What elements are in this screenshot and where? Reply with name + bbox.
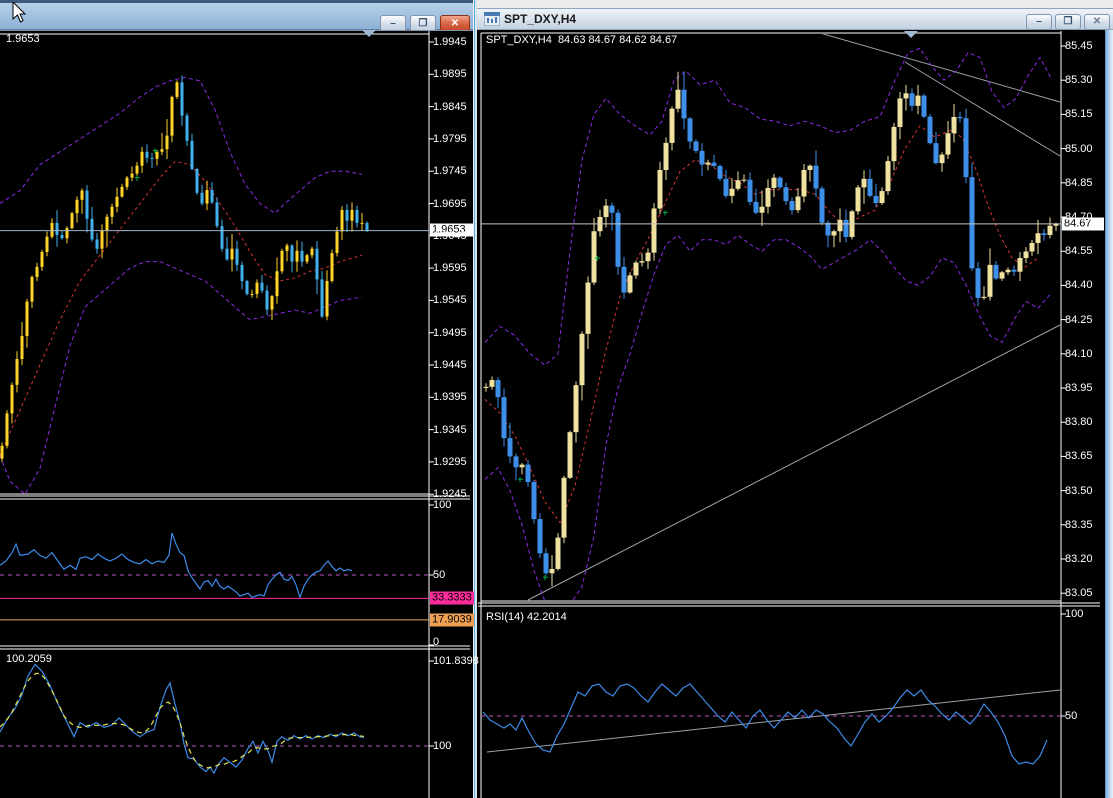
right-chart-area[interactable] (477, 30, 1113, 798)
chart-window-right: SPT_DXY,H4 – ❐ ✕ (477, 8, 1113, 798)
window-title: SPT_DXY,H4 (504, 12, 576, 26)
maximize-button[interactable]: ❐ (1055, 14, 1081, 30)
window-border-accent (474, 0, 475, 798)
chart-icon (484, 12, 500, 26)
close-button[interactable]: ✕ (1084, 14, 1110, 30)
left-window-titlebar[interactable]: – ❐ ✕ (0, 0, 473, 30)
right-window-titlebar[interactable]: SPT_DXY,H4 – ❐ ✕ (477, 8, 1113, 30)
mdi-workspace: – ❐ ✕ SPT_DXY,H4 – ❐ ✕ 1.9653 100.2 (0, 0, 1113, 798)
left-chart-area[interactable] (0, 30, 473, 798)
right-window-border (1105, 30, 1113, 798)
minimize-button[interactable]: – (1026, 14, 1052, 30)
chart-window-left: – ❐ ✕ (0, 0, 473, 798)
